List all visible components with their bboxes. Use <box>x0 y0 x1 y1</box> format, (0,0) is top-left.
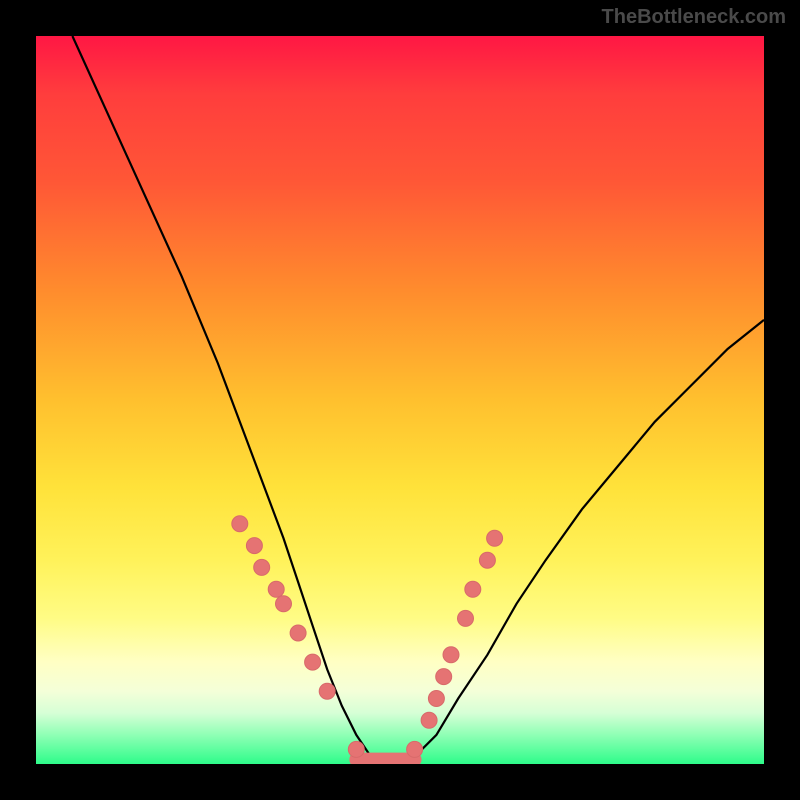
marker-point <box>487 530 503 546</box>
marker-point <box>479 552 495 568</box>
marker-point <box>232 516 248 532</box>
marker-point <box>319 683 335 699</box>
marker-point <box>276 596 292 612</box>
marker-point <box>305 654 321 670</box>
plot-area <box>36 36 764 764</box>
chart-frame: TheBottleneck.com <box>0 0 800 800</box>
marker-point <box>348 741 364 757</box>
marker-point <box>254 559 270 575</box>
marker-point <box>458 610 474 626</box>
curve-layer <box>36 36 764 764</box>
marker-point <box>407 741 423 757</box>
marker-point <box>443 647 459 663</box>
marker-point <box>436 669 452 685</box>
marker-point <box>421 712 437 728</box>
attribution-text: TheBottleneck.com <box>602 6 786 29</box>
marker-point <box>465 581 481 597</box>
marker-point <box>428 691 444 707</box>
marker-point <box>246 538 262 554</box>
bottleneck-curve <box>72 36 764 764</box>
marker-group <box>232 516 503 758</box>
marker-point <box>290 625 306 641</box>
marker-point <box>268 581 284 597</box>
